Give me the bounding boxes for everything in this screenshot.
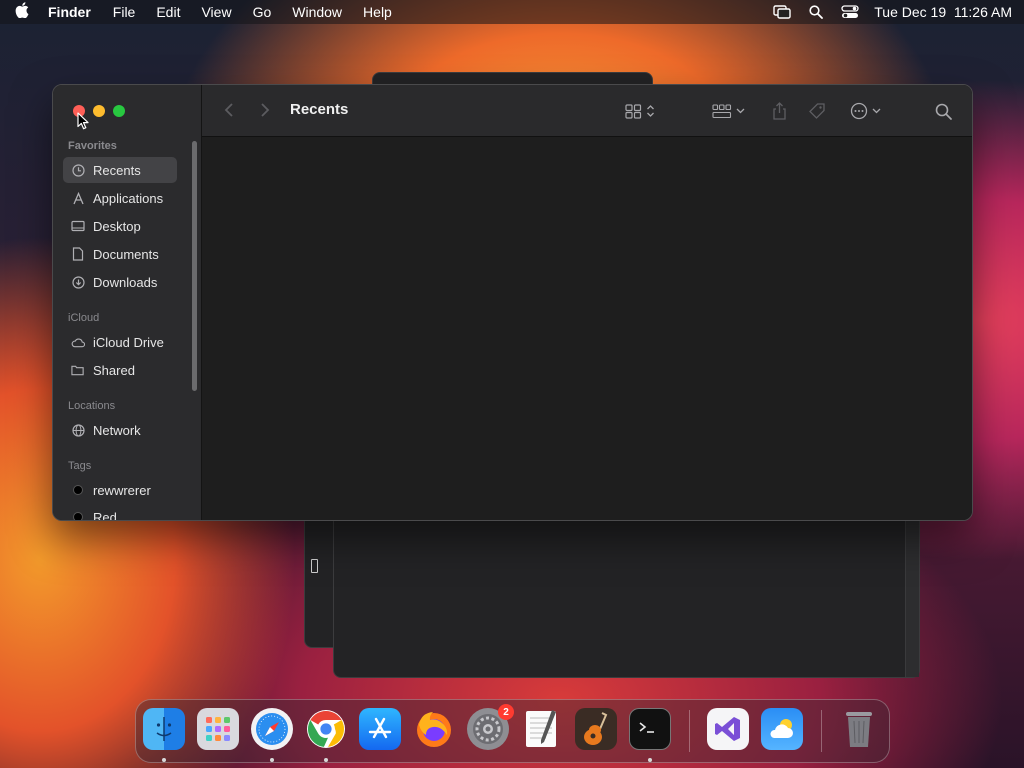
grid-view-icon (625, 103, 642, 119)
dock-trash-icon[interactable] (838, 708, 880, 750)
tag-color-dot (73, 512, 83, 520)
view-mode-button[interactable] (625, 100, 655, 122)
search-icon (935, 103, 952, 120)
finder-content: Recents (202, 85, 972, 520)
chevron-down-icon (872, 108, 881, 114)
control-center-icon[interactable] (840, 4, 860, 20)
sidebar-item-label: Network (93, 422, 141, 438)
menu-view[interactable]: View (201, 4, 231, 20)
share-icon (773, 102, 786, 120)
dock-launchpad-icon[interactable] (197, 708, 239, 750)
sidebar-item-shared[interactable]: Shared (63, 357, 177, 383)
running-indicator (270, 758, 274, 762)
sidebar-item-label: Downloads (93, 274, 158, 290)
dock-finder-icon[interactable] (143, 708, 185, 750)
dock-textedit-icon[interactable] (521, 708, 563, 750)
tag-icon (809, 103, 825, 119)
screen-mirroring-icon[interactable] (772, 4, 792, 20)
sidebar-item-applications[interactable]: Applications (63, 185, 177, 211)
dock-system-settings-icon[interactable]: 2 (467, 704, 514, 750)
minimize-button[interactable] (93, 105, 105, 117)
sidebar-scrollbar[interactable] (192, 141, 197, 391)
tag-color-dot (73, 485, 83, 495)
sidebar-item-label: Documents (93, 246, 159, 262)
window-scrollbar[interactable] (905, 511, 919, 677)
zoom-button[interactable] (113, 105, 125, 117)
download-icon (71, 275, 85, 289)
sidebar-header-locations: Locations (68, 400, 116, 412)
dock-chrome-icon[interactable] (305, 708, 347, 750)
back-button[interactable] (224, 102, 234, 123)
sidebar-header-icloud: iCloud (68, 312, 100, 324)
finder-toolbar: Recents (202, 85, 972, 137)
mouse-cursor-icon (77, 112, 89, 130)
running-indicator (162, 758, 166, 762)
spotlight-search-icon[interactable] (806, 4, 826, 20)
notification-badge: 2 (498, 704, 514, 720)
menu-file[interactable]: File (113, 4, 136, 20)
action-button[interactable] (850, 100, 881, 122)
applications-icon (71, 191, 85, 205)
group-icon (712, 103, 732, 118)
sidebar-item-recents[interactable]: Recents (63, 157, 177, 183)
running-indicator (324, 758, 328, 762)
finder-window: Favorites Recents Applications Desktop D… (52, 84, 973, 521)
apple-menu-icon[interactable] (12, 2, 32, 22)
window-edge-icon (311, 559, 318, 573)
sidebar-item-label: Shared (93, 362, 135, 378)
dock-weather-icon[interactable] (761, 708, 803, 750)
chevron-updown-icon (647, 105, 654, 117)
background-window-front[interactable] (333, 510, 920, 678)
sidebar-item-label: rewwrerer (93, 482, 151, 498)
sidebar-item-tag-rewwrerer[interactable]: rewwrerer (63, 477, 177, 503)
sidebar-item-label: Desktop (93, 218, 141, 234)
finder-sidebar: Favorites Recents Applications Desktop D… (53, 85, 202, 520)
dock-separator (689, 710, 690, 752)
sidebar-item-label: Applications (93, 190, 164, 206)
clock-icon (71, 163, 85, 177)
dock-garageband-icon[interactable] (575, 708, 617, 750)
window-title: Recents (290, 101, 349, 118)
forward-button[interactable] (260, 102, 270, 123)
sidebar-header-tags: Tags (68, 460, 92, 472)
group-button[interactable] (712, 100, 745, 122)
document-icon (71, 247, 85, 261)
more-options-icon (850, 102, 868, 120)
menu-window[interactable]: Window (292, 4, 342, 20)
dock-visual-studio-icon[interactable] (707, 708, 749, 750)
search-button[interactable] (935, 100, 952, 122)
sidebar-item-tag-red[interactable]: Red (63, 504, 177, 521)
sidebar-item-label: iCloud Drive (93, 334, 164, 350)
menu-go[interactable]: Go (253, 4, 272, 20)
dock-separator (821, 710, 822, 752)
menu-bar: Finder File Edit View Go Window Help Tue… (0, 0, 1024, 24)
share-button[interactable] (772, 100, 787, 122)
dock: 2 (135, 699, 890, 763)
cloud-icon (71, 335, 85, 349)
sidebar-item-desktop[interactable]: Desktop (63, 213, 177, 239)
shared-folder-icon (71, 363, 85, 377)
chevron-down-icon (736, 108, 745, 114)
sidebar-item-icloud-drive[interactable]: iCloud Drive (63, 329, 177, 355)
tag-button[interactable] (808, 100, 826, 122)
globe-icon (71, 423, 85, 437)
menu-help[interactable]: Help (363, 4, 392, 20)
dock-safari-icon[interactable] (251, 708, 293, 750)
menu-app-finder[interactable]: Finder (48, 4, 91, 20)
dock-app-store-icon[interactable] (359, 708, 401, 750)
menu-clock[interactable]: Tue Dec 19 11:26 AM (874, 4, 1012, 20)
dock-terminal-icon[interactable] (629, 708, 671, 750)
desktop-icon (71, 219, 85, 233)
sidebar-header-favorites: Favorites (68, 140, 117, 152)
sidebar-item-documents[interactable]: Documents (63, 241, 177, 267)
sidebar-item-downloads[interactable]: Downloads (63, 269, 177, 295)
sidebar-item-label: Red (93, 509, 117, 521)
sidebar-item-network[interactable]: Network (63, 417, 177, 443)
running-indicator (648, 758, 652, 762)
dock-firefox-icon[interactable] (413, 708, 455, 750)
menu-edit[interactable]: Edit (156, 4, 180, 20)
sidebar-item-label: Recents (93, 162, 141, 178)
